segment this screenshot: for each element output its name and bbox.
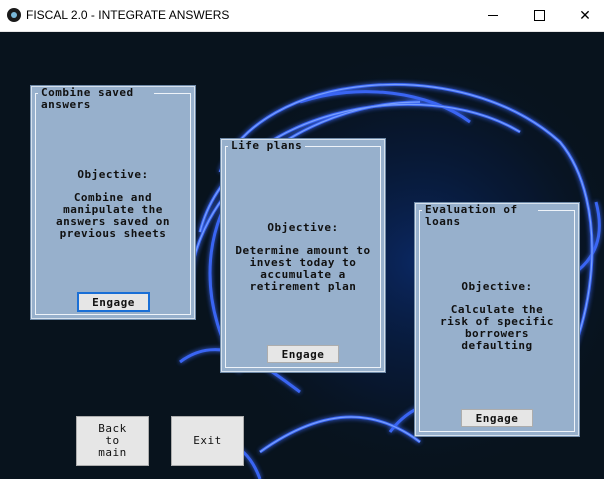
panel-title: Life plans xyxy=(228,140,306,152)
engage-button-combine[interactable]: Engage xyxy=(77,292,150,312)
panel-life-plans: Life plans Objective: Determine amount t… xyxy=(221,139,385,372)
objective-description: Calculate the risk of specific borrowers… xyxy=(440,303,554,352)
close-icon: ✕ xyxy=(579,7,591,23)
minimize-button[interactable] xyxy=(470,0,516,31)
objective-description: Combine and manipulate the answers saved… xyxy=(56,191,170,240)
panel-title: Combine saved answers xyxy=(38,87,154,111)
maximize-icon xyxy=(533,10,545,21)
objective-label: Objective: xyxy=(77,168,149,181)
back-to-main-button[interactable]: Back to main xyxy=(76,416,149,466)
window-title: FISCAL 2.0 - INTEGRATE ANSWERS xyxy=(26,8,230,22)
exit-button[interactable]: Exit xyxy=(171,416,244,466)
minimize-icon xyxy=(488,15,498,16)
title-bar: FISCAL 2.0 - INTEGRATE ANSWERS ✕ xyxy=(0,0,604,32)
maximize-button[interactable] xyxy=(516,0,562,31)
engage-button-loans[interactable]: Engage xyxy=(461,409,533,427)
objective-label: Objective: xyxy=(461,280,533,293)
app-icon xyxy=(7,8,21,22)
objective-label: Objective: xyxy=(267,221,339,234)
objective-description: Determine amount to invest today to accu… xyxy=(235,244,371,293)
panel-title: Evaluation of loans xyxy=(422,204,538,228)
engage-button-life-plans[interactable]: Engage xyxy=(267,345,339,363)
panel-combine-saved-answers: Combine saved answers Objective: Combine… xyxy=(31,86,195,319)
panel-evaluation-of-loans: Evaluation of loans Objective: Calculate… xyxy=(415,203,579,436)
close-button[interactable]: ✕ xyxy=(562,0,604,31)
